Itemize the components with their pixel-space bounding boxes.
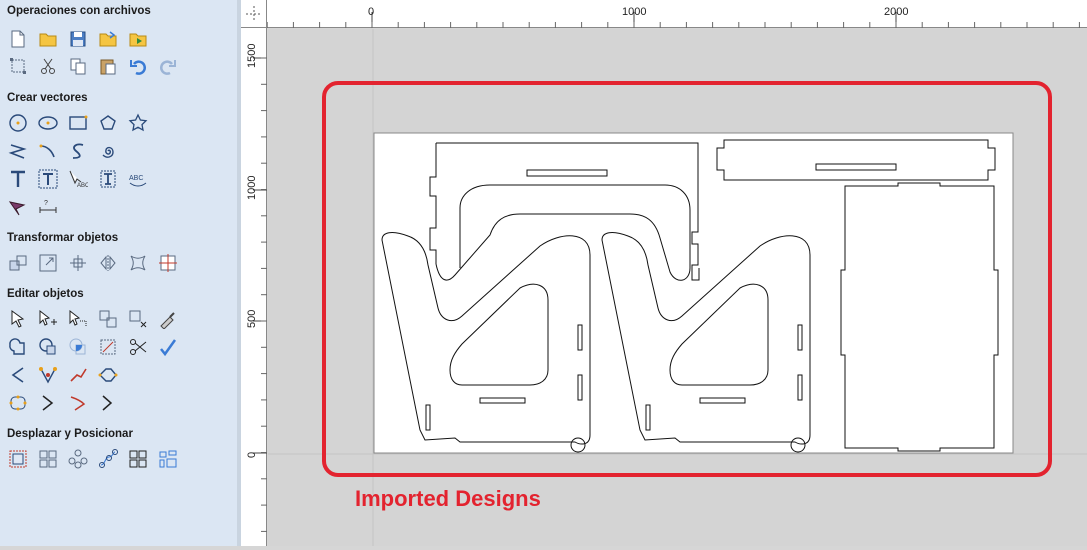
section-title-position: Desplazar y Posicionar [7, 428, 133, 440]
ruler-left-label: 1000 [246, 176, 258, 200]
copy-icon[interactable] [67, 55, 89, 77]
distort-object-icon[interactable] [127, 252, 149, 274]
smooth-vectors-icon[interactable] [157, 336, 179, 358]
circle-tool-icon[interactable] [7, 112, 29, 134]
horizontal-ruler[interactable]: 0 1000 2000 [266, 0, 1087, 28]
section-title-transform: Transformar objetos [7, 232, 119, 244]
annotation-label: Imported Designs [355, 486, 541, 511]
text-box-tool-icon[interactable] [37, 168, 59, 190]
ruler-left-label: 0 [246, 452, 258, 458]
cut-icon[interactable] [37, 55, 59, 77]
extend-vector-icon[interactable] [67, 364, 89, 386]
open-folder-icon[interactable] [37, 28, 59, 50]
offset-vector-icon[interactable] [7, 392, 29, 414]
polyline-tool-icon[interactable] [7, 140, 29, 162]
multi-select-icon[interactable] [67, 308, 89, 330]
center-object-icon[interactable] [157, 252, 179, 274]
ruler-top-label: 1000 [622, 6, 646, 18]
tangent-node-icon[interactable] [97, 392, 119, 414]
scale-object-icon[interactable] [37, 252, 59, 274]
text-on-path-icon[interactable]: ABC [67, 168, 89, 190]
select-frame-icon[interactable] [7, 55, 29, 77]
path-array-icon[interactable] [97, 448, 119, 470]
ruler-top-label: 2000 [884, 6, 908, 18]
ruler-top-label: 0 [368, 6, 374, 18]
save-icon[interactable] [67, 28, 89, 50]
paste-icon[interactable] [97, 55, 119, 77]
drawing-canvas[interactable] [268, 29, 1087, 546]
vertical-ruler[interactable]: 1500 1000 500 0 [241, 28, 267, 546]
knife-tool-icon[interactable] [157, 308, 179, 330]
align-objects-icon[interactable] [37, 448, 59, 470]
node-edit-icon[interactable] [37, 308, 59, 330]
vertical-ruler-minor-ticks [261, 57, 267, 532]
dimension-tool-icon[interactable]: ? [37, 196, 59, 218]
move-to-origin-icon[interactable] [7, 448, 29, 470]
vertical-ruler-ticks [253, 57, 267, 454]
ruler-left-label: 1500 [246, 44, 258, 68]
attach-icon[interactable] [97, 308, 119, 330]
rotate-object-icon[interactable] [67, 252, 89, 274]
text-tool-icon[interactable] [7, 168, 29, 190]
delete-nodes-icon[interactable] [127, 308, 149, 330]
new-file-icon[interactable] [7, 28, 29, 50]
circular-array-icon[interactable] [67, 448, 89, 470]
import-folder-icon[interactable] [97, 28, 119, 50]
redo-icon[interactable] [157, 55, 179, 77]
export-folder-icon[interactable] [127, 28, 149, 50]
corner-node-icon[interactable] [37, 392, 59, 414]
bitmap-trace-icon[interactable] [7, 196, 29, 218]
move-object-icon[interactable] [7, 252, 29, 274]
rectangle-tool-icon[interactable] [67, 112, 89, 134]
curve-node-icon[interactable] [67, 392, 89, 414]
weld-icon[interactable] [7, 336, 29, 358]
section-title-create-vectors: Crear vectores [7, 92, 88, 104]
material-sheet[interactable] [373, 132, 1014, 454]
spiral-tool-icon[interactable] [97, 140, 119, 162]
polygon-tool-icon[interactable] [97, 112, 119, 134]
star-tool-icon[interactable] [127, 112, 149, 134]
curve-tool-icon[interactable] [67, 140, 89, 162]
ellipse-tool-icon[interactable] [37, 112, 59, 134]
ruler-corner[interactable] [241, 0, 267, 28]
tool-panel: Operaciones con archivos Crear vectores [0, 0, 238, 546]
section-title-file-ops: Operaciones con archivos [7, 5, 151, 17]
close-vector-icon[interactable] [7, 364, 29, 386]
intersect-icon[interactable] [67, 336, 89, 358]
nesting-icon[interactable] [157, 448, 179, 470]
ruler-left-label: 500 [246, 310, 258, 328]
svg-text:?: ? [44, 200, 48, 207]
undo-icon[interactable] [127, 55, 149, 77]
scissors-icon[interactable] [127, 336, 149, 358]
join-nodes-icon[interactable] [37, 364, 59, 386]
curved-text-icon[interactable]: ABC [127, 168, 149, 190]
horizontal-ruler-minor-ticks [266, 22, 1080, 28]
grid-array-icon[interactable] [127, 448, 149, 470]
trim-icon[interactable] [97, 336, 119, 358]
section-title-edit: Editar objetos [7, 288, 84, 300]
vertical-text-icon[interactable] [97, 168, 119, 190]
svg-text:ABC: ABC [129, 175, 143, 182]
svg-text:ABC: ABC [77, 183, 88, 189]
select-arrow-icon[interactable] [7, 308, 29, 330]
subtract-icon[interactable] [37, 336, 59, 358]
mirror-object-icon[interactable] [97, 252, 119, 274]
arc-tool-icon[interactable] [37, 140, 59, 162]
fillet-icon[interactable] [97, 364, 119, 386]
